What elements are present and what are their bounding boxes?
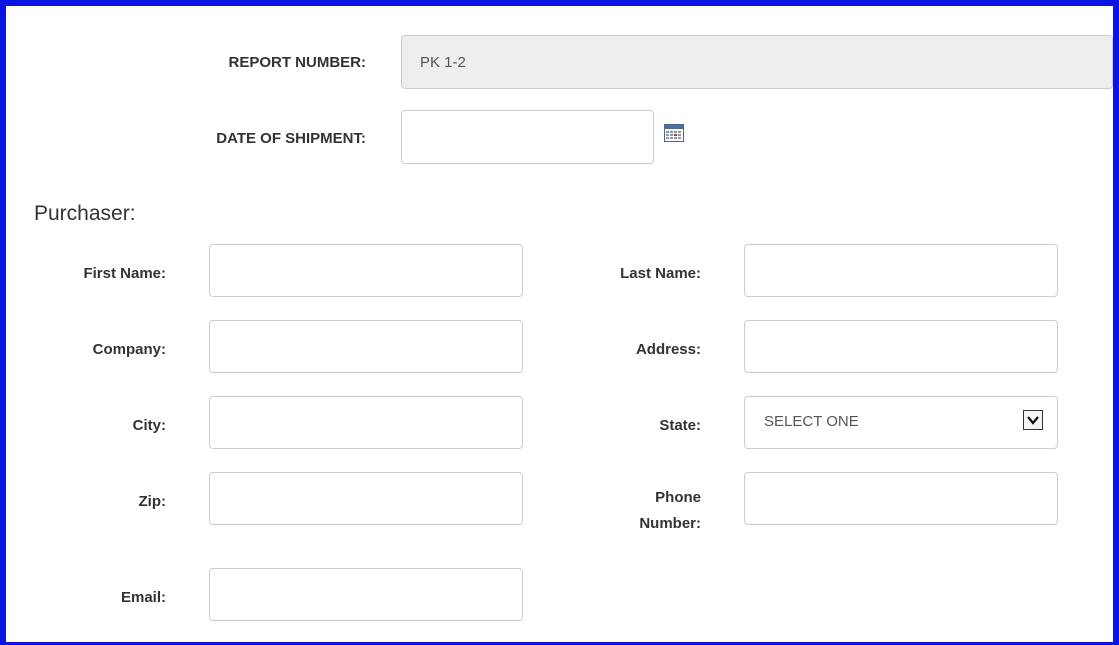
last-name-field[interactable] <box>744 244 1058 297</box>
city-field[interactable] <box>209 396 523 449</box>
company-label: Company: <box>92 341 166 358</box>
zip-field[interactable] <box>209 472 523 525</box>
form-frame: REPORT NUMBER: DATE OF SHIPMENT: <box>0 0 1119 645</box>
state-label: State: <box>659 417 701 434</box>
state-selected-value: SELECT ONE <box>764 413 859 430</box>
company-field[interactable] <box>209 320 523 373</box>
phone-label-line1: Phone <box>655 489 701 506</box>
city-label: City: <box>132 417 166 434</box>
email-field[interactable] <box>209 568 523 621</box>
calendar-icon[interactable] <box>664 124 684 142</box>
address-field[interactable] <box>744 320 1058 373</box>
first-name-field[interactable] <box>209 244 523 297</box>
report-number-label: REPORT NUMBER: <box>228 54 367 71</box>
date-of-shipment-field[interactable] <box>401 110 654 164</box>
phone-number-label: Phone Number: <box>546 485 701 537</box>
email-label: Email: <box>120 589 166 606</box>
purchaser-section-title: Purchaser: <box>34 202 136 225</box>
phone-label-line2: Number: <box>639 515 701 532</box>
state-select[interactable]: SELECT ONE <box>744 396 1058 449</box>
chevron-down-icon[interactable] <box>1023 410 1043 430</box>
zip-label: Zip: <box>138 493 167 510</box>
date-of-shipment-label: DATE OF SHIPMENT: <box>216 130 366 147</box>
last-name-label: Last Name: <box>620 265 701 282</box>
address-label: Address: <box>635 341 701 358</box>
phone-number-field[interactable] <box>744 472 1058 525</box>
first-name-label: First Name: <box>83 265 166 282</box>
report-number-field[interactable] <box>401 35 1113 89</box>
